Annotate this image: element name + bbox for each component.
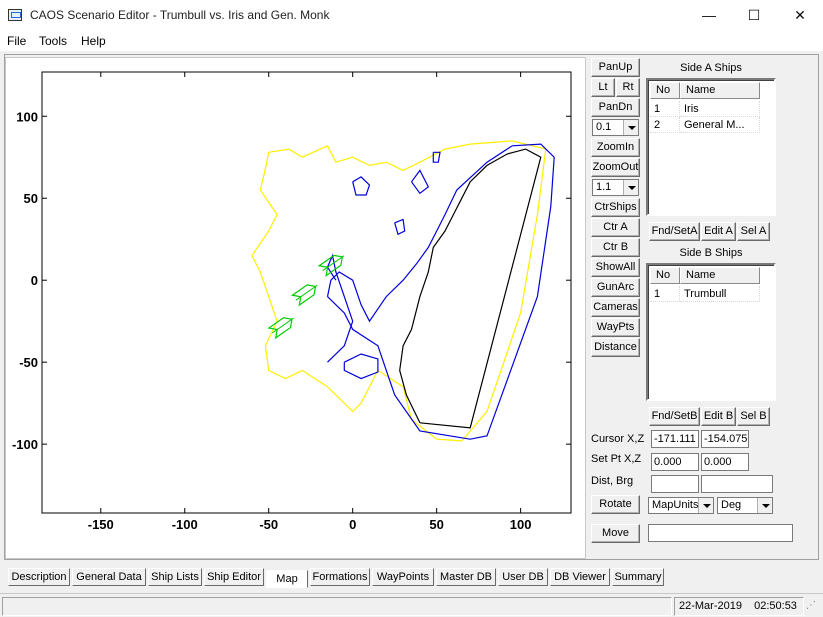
move-button[interactable]: Move <box>591 524 640 543</box>
pan-step-select[interactable]: 0.1 <box>592 119 639 136</box>
tab-summary[interactable]: Summary <box>612 568 664 586</box>
title-bar: CAOS Scenario Editor - Trumbull vs. Iris… <box>0 0 823 31</box>
select-b-button[interactable]: Sel B <box>737 407 770 426</box>
center-b-button[interactable]: Ctr B <box>591 238 640 257</box>
size-grip-icon[interactable]: ⋰ <box>806 599 820 613</box>
map-canvas[interactable]: -150 -100 -50 0 50 100 100 50 0 -50 -100 <box>6 58 587 560</box>
set-point-label: Set Pt X,Z <box>591 453 642 465</box>
list-item-name[interactable]: Trumbull <box>680 286 760 302</box>
center-a-button[interactable]: Ctr A <box>591 218 640 237</box>
cursor-label: Cursor X,Z <box>591 433 645 445</box>
menu-tools[interactable]: Tools <box>39 34 67 48</box>
message-field[interactable] <box>648 524 793 542</box>
menu-help[interactable]: Help <box>81 34 106 48</box>
waypoints-button[interactable]: WayPts <box>591 318 640 337</box>
y-tick-label: 100 <box>16 109 38 124</box>
pan-step-value: 0.1 <box>596 121 612 133</box>
center-ships-button[interactable]: CtrShips <box>591 198 640 217</box>
list-item-name[interactable]: General M... <box>680 117 760 133</box>
zoom-in-button[interactable]: ZoomIn <box>591 138 640 157</box>
status-date: 22-Mar-2019 <box>679 600 742 612</box>
close-button[interactable]: ✕ <box>777 0 823 31</box>
chevron-down-icon[interactable] <box>698 498 713 513</box>
list-item-no[interactable]: 1 <box>650 286 680 302</box>
pan-left-button[interactable]: Lt <box>591 78 615 97</box>
pan-down-button[interactable]: PanDn <box>591 98 640 117</box>
app-icon <box>8 9 22 21</box>
bearing-field[interactable] <box>701 475 773 493</box>
angle-units-value: Deg <box>721 499 742 511</box>
set-point-x-field[interactable]: 0.000 <box>651 453 699 471</box>
side-b-list[interactable]: No Name 1 Trumbull <box>646 263 776 401</box>
tab-user-db[interactable]: User DB <box>498 568 548 586</box>
column-header-name[interactable]: Name <box>680 267 760 284</box>
column-header-no[interactable]: No <box>650 267 680 284</box>
tab-ship-editor[interactable]: Ship Editor <box>204 568 264 586</box>
maximize-button[interactable]: ☐ <box>731 0 777 31</box>
status-time: 02:50:53 <box>754 600 797 612</box>
pan-up-button[interactable]: PanUp <box>591 58 640 77</box>
menu-bar: File Tools Help <box>0 31 823 51</box>
edit-a-button[interactable]: Edit A <box>701 222 736 241</box>
status-pane-main <box>2 597 672 616</box>
show-all-button[interactable]: ShowAll <box>591 258 640 277</box>
units-value: MapUnits <box>652 499 699 511</box>
tab-db-viewer[interactable]: DB Viewer <box>550 568 610 586</box>
cursor-z-field[interactable]: -154.075 <box>701 430 749 448</box>
distance-button[interactable]: Distance <box>591 338 640 357</box>
tab-waypoints[interactable]: WayPoints <box>372 568 434 586</box>
cursor-x-field[interactable]: -171.111 <box>651 430 699 448</box>
x-tick-label: 100 <box>510 517 532 532</box>
set-point-z-field[interactable]: 0.000 <box>701 453 749 471</box>
edit-b-button[interactable]: Edit B <box>701 407 736 426</box>
list-item-name[interactable]: Iris <box>680 101 760 117</box>
list-item-no[interactable]: 1 <box>650 101 680 117</box>
zoom-factor-select[interactable]: 1.1 <box>592 179 639 196</box>
x-tick-label: -50 <box>259 517 278 532</box>
map-plot-area: -150 -100 -50 0 50 100 100 50 0 -50 -100 <box>12 71 572 532</box>
status-bar: 22-Mar-2019 02:50:53 ⋰ <box>0 593 823 617</box>
find-set-b-button[interactable]: Fnd/SetB <box>649 407 700 426</box>
y-tick-label: 0 <box>31 273 38 288</box>
x-tick-label: -150 <box>88 517 114 532</box>
minimize-button[interactable]: — <box>686 0 732 31</box>
rotate-button[interactable]: Rotate <box>591 495 640 514</box>
gun-arc-button[interactable]: GunArc <box>591 278 640 297</box>
column-header-name[interactable]: Name <box>680 82 760 99</box>
side-a-title: Side A Ships <box>680 62 742 74</box>
tab-ship-lists[interactable]: Ship Lists <box>148 568 202 586</box>
x-tick-label: 50 <box>429 517 443 532</box>
list-item-no[interactable]: 2 <box>650 117 680 133</box>
column-header-no[interactable]: No <box>650 82 680 99</box>
side-a-list[interactable]: No Name 1 Iris 2 General M... <box>646 78 776 216</box>
zoom-out-button[interactable]: ZoomOut <box>591 158 640 177</box>
x-tick-label: -100 <box>172 517 198 532</box>
cameras-button[interactable]: Cameras <box>591 298 640 317</box>
y-tick-label: -100 <box>12 437 38 452</box>
chevron-down-icon[interactable] <box>757 498 772 513</box>
y-tick-label: -50 <box>19 355 38 370</box>
units-select[interactable]: MapUnits <box>648 497 714 514</box>
menu-file[interactable]: File <box>7 34 26 48</box>
find-set-a-button[interactable]: Fnd/SetA <box>649 222 700 241</box>
chevron-down-icon[interactable] <box>623 180 638 195</box>
pan-right-button[interactable]: Rt <box>616 78 640 97</box>
distance-field[interactable] <box>651 475 699 493</box>
tab-general-data[interactable]: General Data <box>72 568 146 586</box>
side-b-title: Side B Ships <box>679 247 743 259</box>
zoom-factor-value: 1.1 <box>596 181 612 193</box>
map-panel[interactable]: -150 -100 -50 0 50 100 100 50 0 -50 -100 <box>5 57 586 559</box>
tab-master-db[interactable]: Master DB <box>436 568 496 586</box>
select-a-button[interactable]: Sel A <box>737 222 770 241</box>
distance-bearing-label: Dist, Brg <box>591 475 634 487</box>
status-pane-datetime: 22-Mar-2019 02:50:53 <box>674 597 804 616</box>
angle-units-select[interactable]: Deg <box>717 497 773 514</box>
window-title: CAOS Scenario Editor - Trumbull vs. Iris… <box>30 8 330 22</box>
chevron-down-icon[interactable] <box>623 120 638 135</box>
tab-formations[interactable]: Formations <box>310 568 370 586</box>
y-tick-label: 50 <box>24 191 38 206</box>
tab-description[interactable]: Description <box>8 568 70 586</box>
x-tick-label: 0 <box>349 517 356 532</box>
tab-map[interactable]: Map <box>266 570 308 588</box>
